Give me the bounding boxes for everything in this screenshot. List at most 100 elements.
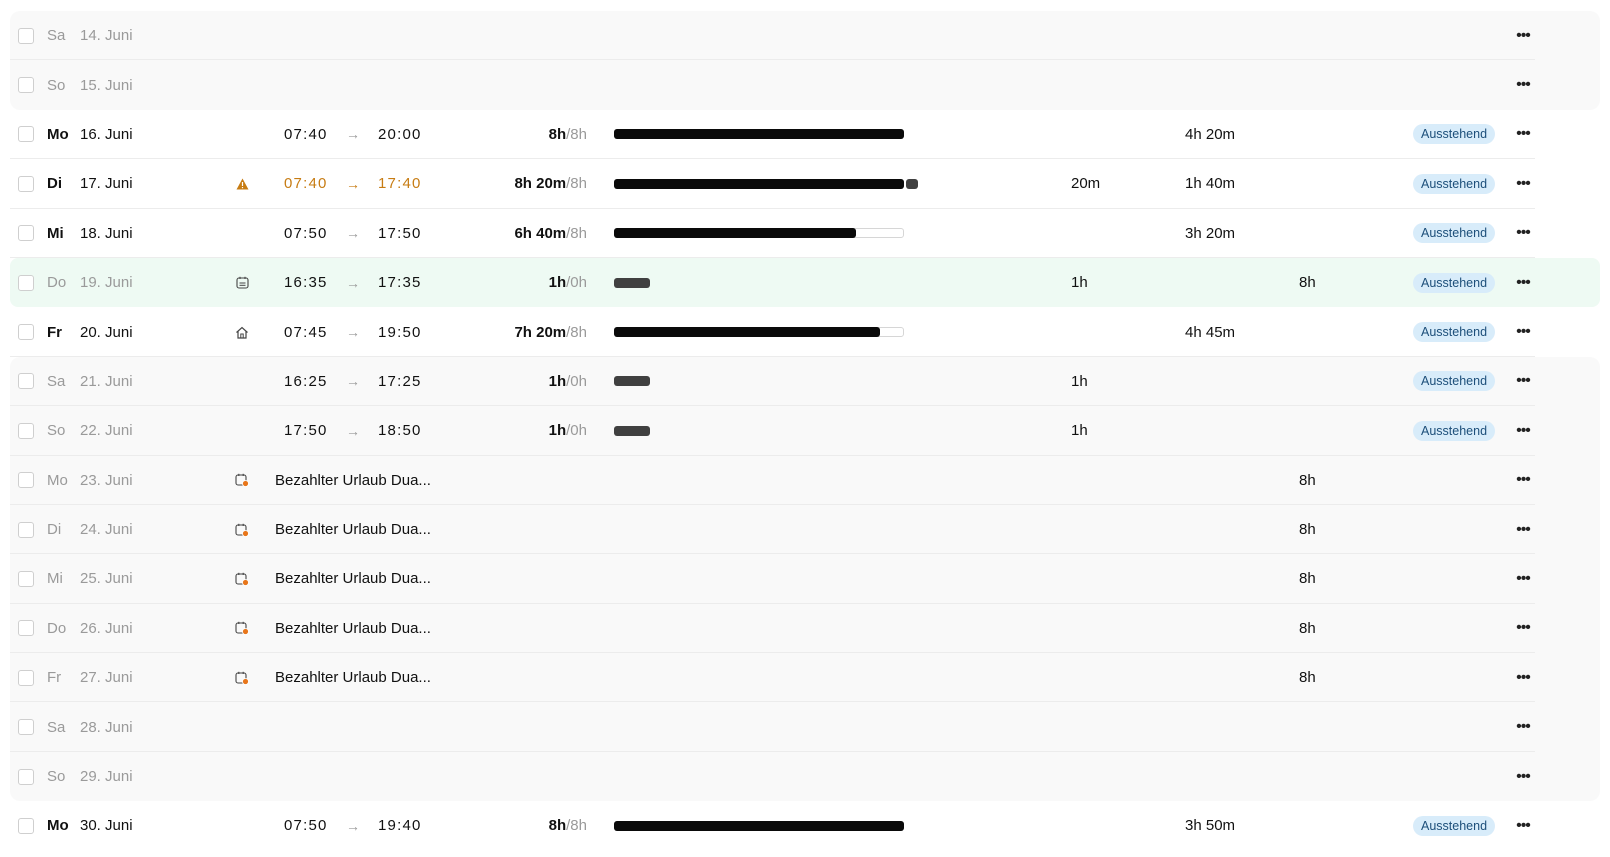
start-time[interactable]: 07:50: [284, 801, 328, 850]
worked-hours: 8h 20m/8h: [430, 159, 587, 208]
start-time[interactable]: 07:45: [284, 307, 328, 356]
table-row[interactable]: Di 24. Juni Bezahlter Urlaub Dua... 8h •••: [0, 504, 1610, 555]
table-row[interactable]: Sa 21. Juni 16:25 → 17:25 1h/0h 1h Ausstehend ••…: [0, 356, 1610, 407]
more-options-icon[interactable]: •••: [1512, 456, 1534, 505]
more-options-icon[interactable]: •••: [1512, 653, 1534, 702]
more-options-icon[interactable]: •••: [1512, 357, 1534, 406]
status-badge: Ausstehend: [1413, 322, 1496, 343]
absence-type[interactable]: Bezahlter Urlaub Dua...: [275, 554, 431, 603]
overtime-fill: [906, 178, 918, 189]
row-checkbox[interactable]: [18, 817, 34, 834]
vacation-calendar-icon: [234, 505, 250, 554]
weekday-label: So: [47, 76, 66, 94]
row-checkbox[interactable]: [18, 324, 34, 341]
table-row[interactable]: Mi 18. Juni 07:50 → 17:50 6h 40m/8h 3h 20m Auss…: [0, 209, 1610, 259]
end-time[interactable]: 18:50: [378, 406, 422, 455]
table-row[interactable]: Di 17. Juni 07:40 → 17:40 8h 20m/8h 20m 1h 40m A…: [0, 159, 1610, 209]
table-row[interactable]: Mo 23. Juni Bezahlter Urlaub Dua... 8h •••: [0, 455, 1610, 506]
more-options-icon[interactable]: •••: [1512, 258, 1534, 307]
table-row[interactable]: Mo 16. Juni 07:40 → 20:00 8h/8h 4h 20m Ausstehe…: [0, 110, 1610, 160]
start-time[interactable]: 16:35: [284, 258, 328, 307]
worked-value: 1h: [548, 274, 567, 292]
balance-value: 3h 50m: [1185, 817, 1236, 835]
more-options-icon[interactable]: •••: [1512, 406, 1534, 455]
arrow-right-icon: →: [346, 126, 360, 143]
absence-hours: 8h: [1299, 619, 1316, 637]
more-options-icon[interactable]: •••: [1512, 702, 1534, 751]
more-options-icon[interactable]: •••: [1512, 604, 1534, 653]
table-row[interactable]: Fr 20. Juni 07:45 → 19:50 7h 20m/8h 4h 45m Auss…: [0, 307, 1610, 358]
row-checkbox[interactable]: [18, 77, 34, 94]
absence-hours: 8h: [1299, 521, 1316, 539]
row-checkbox[interactable]: [18, 126, 34, 143]
end-time[interactable]: 19:50: [378, 307, 422, 356]
start-time[interactable]: 16:25: [284, 357, 328, 406]
balance-value: 3h 20m: [1185, 224, 1236, 242]
weekday-label: So: [47, 768, 66, 786]
row-checkbox[interactable]: [18, 225, 34, 242]
table-row[interactable]: Sa 14. Juni •••: [0, 11, 1610, 61]
absence-type[interactable]: Bezahlter Urlaub Dua...: [275, 604, 431, 653]
status-badge: Ausstehend: [1413, 420, 1496, 441]
table-row[interactable]: So 29. Juni •••: [0, 751, 1610, 802]
more-options-icon[interactable]: •••: [1512, 505, 1534, 554]
absence-type[interactable]: Bezahlter Urlaub Dua...: [275, 505, 431, 554]
start-time[interactable]: 07:40: [284, 159, 328, 208]
weekday-label: So: [47, 422, 66, 440]
arrow-right-icon: →: [346, 175, 360, 192]
end-time[interactable]: 19:40: [378, 801, 422, 850]
row-checkbox[interactable]: [18, 472, 34, 489]
more-options-icon[interactable]: •••: [1512, 209, 1534, 258]
start-time[interactable]: 17:50: [284, 406, 328, 455]
start-time[interactable]: 07:50: [284, 209, 328, 258]
status-badge: Ausstehend: [1413, 173, 1496, 194]
table-row[interactable]: Do 26. Juni Bezahlter Urlaub Dua... 8h •••: [0, 603, 1610, 654]
balance-value: 4h 20m: [1185, 125, 1236, 143]
overtime-value: 20m: [1071, 175, 1101, 193]
more-options-icon[interactable]: •••: [1512, 801, 1534, 850]
row-checkbox[interactable]: [18, 27, 34, 44]
row-checkbox[interactable]: [18, 373, 34, 390]
absence-hours: 8h: [1299, 669, 1316, 687]
table-row[interactable]: Sa 28. Juni •••: [0, 702, 1610, 753]
date-label: 19. Juni: [80, 274, 133, 292]
row-checkbox[interactable]: [18, 175, 34, 192]
row-checkbox[interactable]: [18, 719, 34, 736]
row-checkbox[interactable]: [18, 570, 34, 587]
date-label: 17. Juni: [80, 175, 133, 193]
row-checkbox[interactable]: [18, 768, 34, 785]
more-options-icon[interactable]: •••: [1512, 11, 1534, 60]
table-row[interactable]: So 22. Juni 17:50 → 18:50 1h/0h 1h Ausstehend ••…: [0, 406, 1610, 456]
end-time[interactable]: 17:35: [378, 258, 422, 307]
absence-type[interactable]: Bezahlter Urlaub Dua...: [275, 653, 431, 702]
row-checkbox[interactable]: [18, 620, 34, 637]
absence-type[interactable]: Bezahlter Urlaub Dua...: [275, 456, 431, 505]
more-options-icon[interactable]: •••: [1512, 159, 1534, 208]
start-time[interactable]: 07:40: [284, 110, 328, 159]
table-row[interactable]: Mi 25. Juni Bezahlter Urlaub Dua... 8h •••: [0, 554, 1610, 605]
end-time[interactable]: 20:00: [378, 110, 422, 159]
more-options-icon[interactable]: •••: [1512, 60, 1534, 109]
more-options-icon[interactable]: •••: [1512, 110, 1534, 159]
more-options-icon[interactable]: •••: [1512, 307, 1534, 356]
table-row[interactable]: Mo 30. Juni 07:50 → 19:40 8h/8h 3h 50m Ausstehe…: [0, 801, 1610, 850]
table-row[interactable]: Do 19. Juni 16:35 → 17:35 1h/0h 1h 8h Ausstehend…: [0, 257, 1610, 308]
weekday-label: Sa: [47, 372, 66, 390]
table-row[interactable]: So 15. Juni •••: [0, 60, 1610, 111]
end-time[interactable]: 17:25: [378, 357, 422, 406]
row-checkbox[interactable]: [18, 274, 34, 291]
end-time[interactable]: 17:40: [378, 159, 422, 208]
worked-hours: 1h/0h: [430, 258, 587, 307]
worked-value: 7h 20m: [514, 323, 567, 341]
arrow-right-icon: →: [346, 422, 360, 439]
row-checkbox[interactable]: [18, 521, 34, 538]
worked-hours: 8h/8h: [430, 110, 587, 159]
more-options-icon[interactable]: •••: [1512, 554, 1534, 603]
row-checkbox[interactable]: [18, 422, 34, 439]
end-time[interactable]: 17:50: [378, 209, 422, 258]
table-row[interactable]: Fr 27. Juni Bezahlter Urlaub Dua... 8h •••: [0, 653, 1610, 703]
date-label: 20. Juni: [80, 323, 133, 341]
weekday-label: Mo: [47, 125, 69, 143]
row-checkbox[interactable]: [18, 669, 34, 686]
more-options-icon[interactable]: •••: [1512, 752, 1534, 801]
